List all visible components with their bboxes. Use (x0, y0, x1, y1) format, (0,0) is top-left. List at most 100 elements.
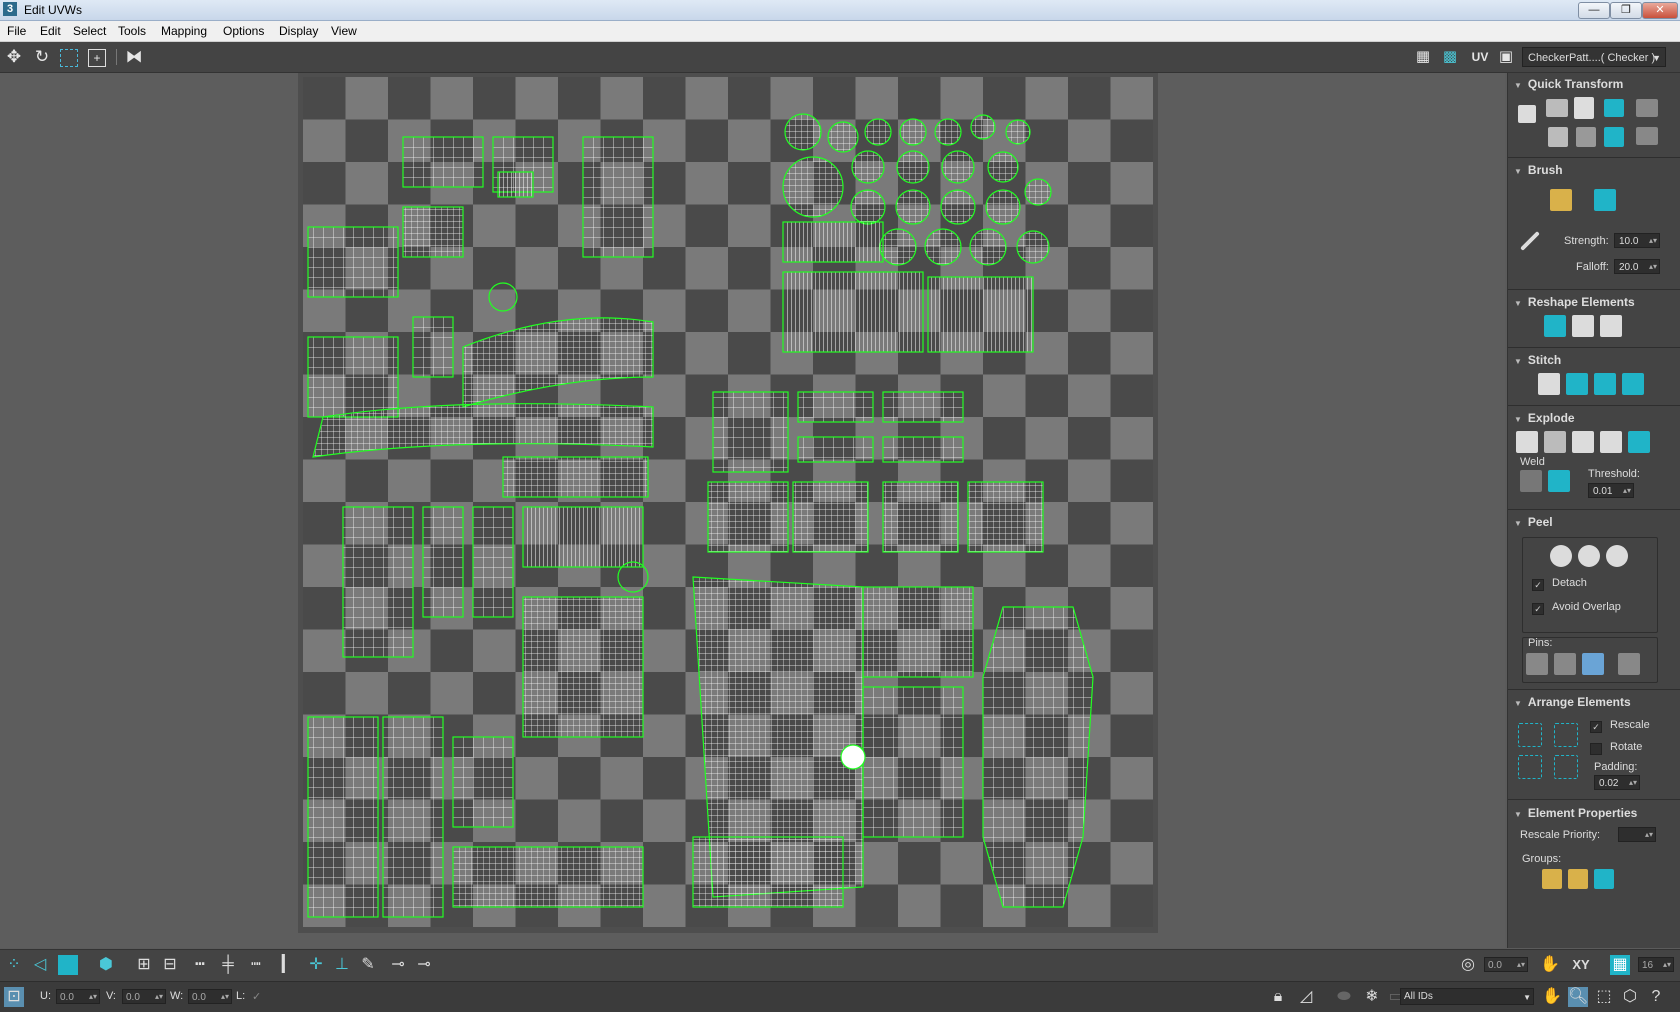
edge-loop-icon[interactable]: ┉ (246, 955, 266, 975)
align-icon[interactable] (1518, 105, 1536, 123)
arrange-elements-header[interactable]: ▼ Arrange Elements (1514, 695, 1631, 709)
l-checkbox[interactable]: ✓ (252, 990, 261, 1003)
flatten-by-smoothing-icon[interactable] (1600, 431, 1622, 453)
grid-align-icon[interactable] (1576, 127, 1596, 147)
detach-checkbox[interactable]: ✓ (1532, 579, 1544, 591)
angle-spinner[interactable]: 0.0 ▴▾ (1484, 957, 1528, 972)
peel-header[interactable]: ▼ Peel (1514, 515, 1553, 529)
zoom-extents-icon[interactable]: ⬡ (1620, 987, 1640, 1007)
group-add-icon[interactable] (1594, 869, 1614, 889)
select-pins-icon[interactable] (1618, 653, 1640, 675)
unpin-icon[interactable] (1554, 653, 1576, 675)
pan-hand-icon[interactable]: ✋ (1540, 955, 1560, 975)
strength-spinner[interactable]: 10.0 ▴▾ (1614, 233, 1660, 248)
quick-transform-header[interactable]: ▼ Quick Transform (1514, 77, 1623, 91)
minimize-button[interactable]: — (1578, 2, 1610, 19)
weld-selected-icon[interactable] (1520, 470, 1542, 492)
grid-size-spinner[interactable]: 16 ▴▾ (1638, 957, 1674, 972)
menu-edit[interactable]: Edit (40, 24, 61, 38)
freeze-icon[interactable]: ❄ (1362, 987, 1382, 1007)
rotate-ccw-icon[interactable] (1604, 99, 1624, 117)
stitch-custom-icon[interactable] (1538, 373, 1560, 395)
menu-display[interactable]: Display (279, 24, 318, 38)
threshold-spinner[interactable]: 0.01 ▴▾ (1588, 483, 1634, 498)
snap-angle-icon[interactable]: ◎ (1458, 955, 1478, 975)
explode-header[interactable]: ▼ Explode (1514, 411, 1575, 425)
falloff-curve-icon[interactable] (1520, 231, 1540, 251)
stitch-average-icon[interactable] (1594, 373, 1616, 395)
grid-snap-icon[interactable]: ▦ (1610, 955, 1630, 975)
stitch-to-target-icon[interactable] (1622, 373, 1644, 395)
pan-icon[interactable]: ✋ (1542, 987, 1562, 1007)
v-spinner[interactable]: 0.0 ▴▾ (122, 989, 166, 1004)
paint-select-icon[interactable]: ✎ (358, 955, 378, 975)
element-properties-header[interactable]: ▼ Element Properties (1514, 806, 1637, 820)
weld-all-icon[interactable] (1548, 470, 1570, 492)
space-icon[interactable] (1546, 99, 1568, 117)
align-edge-icon[interactable] (1636, 127, 1658, 145)
scale-icon[interactable] (60, 49, 78, 67)
mirror-icon[interactable]: ⧓ (124, 47, 144, 67)
menu-options[interactable]: Options (223, 24, 264, 38)
point-to-point-seam-icon[interactable]: ⊥ (332, 955, 352, 975)
group-ungroup-icon[interactable] (1568, 869, 1588, 889)
zoom-region-icon[interactable]: ⬚ (1594, 987, 1614, 1007)
select-pelt-icon[interactable]: ▎ (278, 955, 298, 975)
close-button[interactable]: ✕ (1642, 2, 1678, 19)
align-h-icon[interactable] (1636, 99, 1658, 117)
avoid-overlap-checkbox[interactable]: ✓ (1532, 603, 1544, 615)
soft-select-icon[interactable]: ◿ (1296, 987, 1316, 1007)
rescale-checkbox[interactable]: ✓ (1590, 721, 1602, 733)
rescale-priority-spinner[interactable]: ▴▾ (1618, 827, 1656, 842)
help-icon[interactable]: ? (1646, 987, 1666, 1007)
element-select-icon[interactable]: ⬢ (96, 955, 116, 975)
hide-icon[interactable]: ⬬ (1334, 987, 1354, 1007)
ignore-backface-icon[interactable]: ⊸ (388, 955, 408, 975)
distribute-icon[interactable] (1574, 97, 1594, 119)
grid-checker-icon[interactable]: ▦ (1413, 47, 1433, 67)
shrink-select-icon[interactable]: ⊟ (160, 955, 180, 975)
checker-map-icon[interactable]: ▩ (1440, 47, 1460, 67)
brush-header[interactable]: ▼ Brush (1514, 163, 1563, 177)
uv-channel-label[interactable]: UV (1468, 47, 1492, 67)
menu-file[interactable]: File (7, 24, 26, 38)
flatten-by-material-icon[interactable] (1572, 431, 1594, 453)
uv-editor-canvas[interactable] (303, 77, 1153, 927)
pack-custom-icon[interactable] (1554, 723, 1578, 747)
break-angle-icon[interactable] (1544, 431, 1566, 453)
peel-mode-icon[interactable] (1578, 545, 1600, 567)
transform-mode-icon[interactable]: ⊡ (4, 987, 24, 1007)
zoom-icon[interactable]: 🔍︎ (1568, 987, 1588, 1007)
align-v-icon[interactable] (1548, 127, 1568, 147)
pack-normalize-icon[interactable] (1518, 723, 1542, 747)
padding-spinner[interactable]: 0.02 ▴▾ (1594, 775, 1640, 790)
pack-rescale-icon[interactable] (1554, 755, 1578, 779)
peel-reset-icon[interactable] (1606, 545, 1628, 567)
face-select-icon[interactable] (58, 955, 78, 975)
menu-view[interactable]: View (331, 24, 357, 38)
xy-axis-label[interactable]: XY (1568, 955, 1594, 975)
peel-quick-icon[interactable] (1550, 545, 1572, 567)
group-select-icon[interactable] (1542, 869, 1562, 889)
uv-viewport[interactable] (0, 73, 1505, 948)
lock-icon[interactable]: 🔒︎ (1268, 987, 1288, 1007)
rotate-icon[interactable]: ↻ (32, 47, 52, 67)
relax-icon[interactable] (1572, 315, 1594, 337)
menu-select[interactable]: Select (73, 24, 106, 38)
loop-select-icon[interactable]: ┅ (190, 955, 210, 975)
straighten-icon[interactable] (1544, 315, 1566, 337)
u-spinner[interactable]: 0.0 ▴▾ (56, 989, 100, 1004)
id-filter-select[interactable]: All IDs ▼ (1400, 988, 1534, 1005)
flatten-icon[interactable] (1628, 431, 1650, 453)
restore-button[interactable]: ❐ (1610, 2, 1642, 19)
pack-together-icon[interactable] (1518, 755, 1542, 779)
reshape-elements-header[interactable]: ▼ Reshape Elements (1514, 295, 1635, 309)
grow-select-icon[interactable]: ⊞ (134, 955, 154, 975)
relax-brush-icon[interactable] (1594, 189, 1616, 211)
select-by-element-icon[interactable]: ⊸ (414, 955, 434, 975)
falloff-spinner[interactable]: 20.0 ▴▾ (1614, 259, 1660, 274)
rotate-cw-icon[interactable] (1604, 127, 1624, 147)
edge-select-icon[interactable]: ◁ (30, 955, 50, 975)
point-to-point-icon[interactable]: ✛ (306, 955, 326, 975)
menu-mapping[interactable]: Mapping (161, 24, 207, 38)
